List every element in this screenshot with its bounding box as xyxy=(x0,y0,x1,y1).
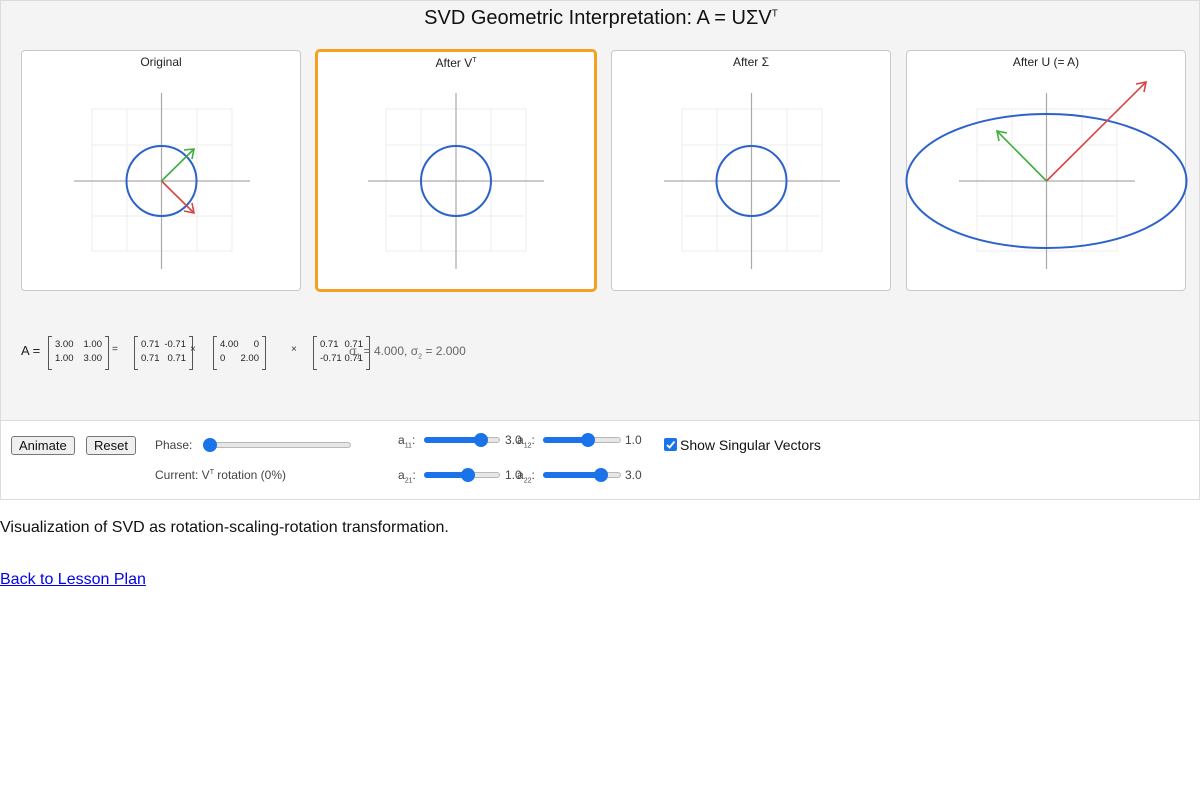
a12-value: 1.0 xyxy=(625,433,642,447)
singular-vector-green xyxy=(995,129,1048,182)
animate-button[interactable]: Animate xyxy=(11,436,75,455)
times-sign: × xyxy=(291,344,297,355)
a21-slider[interactable] xyxy=(424,467,500,483)
matrix-sigma: 4.00 0 0 2.00 xyxy=(213,336,266,370)
checkmark-icon xyxy=(666,440,676,449)
panel-after-u: After U (= A) xyxy=(905,50,1188,291)
equals-sign: = xyxy=(112,344,118,355)
plot-after-u xyxy=(905,80,1188,269)
panel-after-sigma: After Σ xyxy=(611,50,891,291)
times-sign: × xyxy=(190,344,196,355)
panel-original: Original xyxy=(21,50,301,291)
current-phase-text: Current: VT rotation (0%) xyxy=(155,468,286,482)
a22-slider[interactable] xyxy=(543,467,621,483)
a11-label: a11: xyxy=(398,433,416,450)
reset-button[interactable]: Reset xyxy=(86,436,136,455)
singular-vector-red xyxy=(1045,80,1148,182)
show-singular-vectors-checkbox[interactable] xyxy=(664,438,677,451)
phase-label: Phase: xyxy=(155,438,193,452)
description-text: Visualization of SVD as rotation-scaling… xyxy=(0,519,449,536)
singular-vector-red xyxy=(160,180,196,215)
visualization-area: SVD Geometric Interpretation: A = UΣVT O… xyxy=(0,0,1200,420)
matrix-u: 0.71 -0.71 0.71 0.71 xyxy=(134,336,193,370)
plot-after-vt xyxy=(368,93,544,269)
singular-values-text: σ1 = 4.000, σ2 = 2.000 xyxy=(349,344,466,361)
plot-after-sigma xyxy=(664,93,840,269)
a12-slider[interactable] xyxy=(543,432,621,448)
back-to-lesson-plan-link[interactable]: Back to Lesson Plan xyxy=(0,571,146,589)
a-equals-label: A = xyxy=(21,343,41,358)
page-title: SVD Geometric Interpretation: A = UΣVT xyxy=(424,7,778,29)
a11-slider[interactable] xyxy=(424,432,500,448)
svd-equation: A = 3.00 1.00 1.00 3.00 = 0.71 -0.71 0.71 0.… xyxy=(21,331,721,375)
a21-label: a21: xyxy=(398,468,416,485)
plot-original xyxy=(74,93,250,269)
a22-label: a22: xyxy=(517,468,535,485)
singular-vector-green xyxy=(160,148,195,182)
a22-value: 3.0 xyxy=(625,468,642,482)
a12-label: a12: xyxy=(517,433,535,450)
matrix-a: 3.00 1.00 1.00 3.00 xyxy=(48,336,109,370)
phase-slider[interactable] xyxy=(203,437,351,453)
panel-after-vt: After VT xyxy=(315,49,597,292)
show-singular-vectors-label[interactable]: Show Singular Vectors xyxy=(680,437,821,453)
